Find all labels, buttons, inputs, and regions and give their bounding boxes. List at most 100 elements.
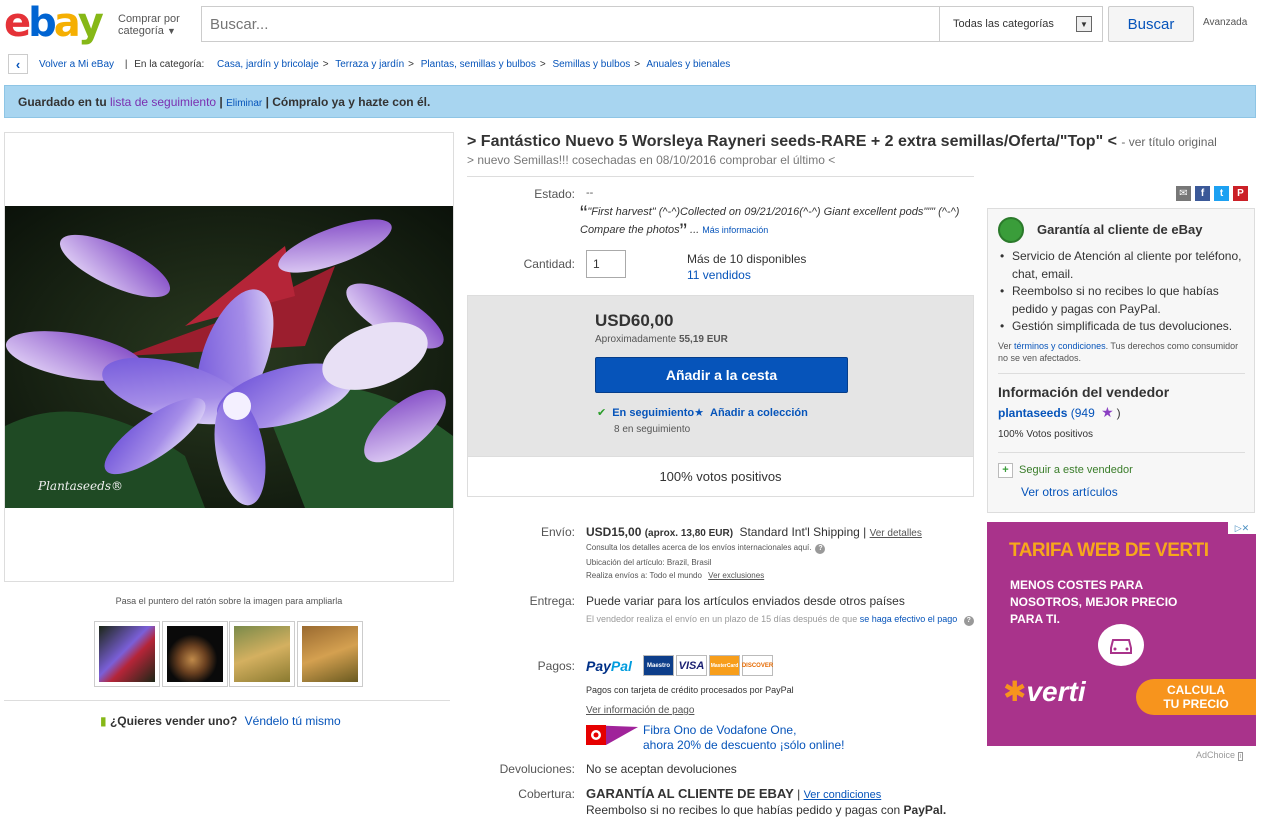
search-input[interactable] [202, 7, 939, 41]
main-product-image[interactable] [5, 206, 453, 508]
email-icon[interactable]: ✉ [1176, 186, 1191, 201]
seller-score[interactable]: (949 [1071, 406, 1095, 420]
star-icon: ★ [694, 407, 704, 419]
logo-letter-b: b [28, 0, 57, 46]
divider [467, 176, 974, 177]
coverage-title: GARANTÍA AL CLIENTE DE EBAY [586, 786, 794, 801]
breadcrumb: Volver a Mi eBay | En la categoría: Casa… [39, 59, 731, 70]
back-arrow-icon[interactable]: ‹ [8, 54, 28, 74]
breadcrumb-item-home-garden[interactable]: Casa, jardín y bricolaje [217, 59, 319, 70]
remove-link[interactable]: Eliminar [226, 98, 262, 109]
seller-info: plantaseeds (949 ★) [998, 404, 1121, 421]
verti-logo-text: verti [1026, 676, 1086, 707]
calculate-price-button[interactable]: CALCULA TU PRECIO [1136, 679, 1256, 715]
approx-label: Aproximadamente [595, 334, 677, 345]
twitter-icon[interactable]: t [1214, 186, 1229, 201]
thumbnail-1[interactable] [94, 621, 160, 687]
visa-card-icon: VISA [676, 655, 707, 676]
help-icon[interactable]: ? [963, 616, 974, 626]
adchoices-link[interactable]: AdChoice i [1196, 750, 1244, 761]
handshake-icon [998, 217, 1024, 243]
thumbnail-2[interactable] [162, 621, 228, 687]
in-category-label: En la categoría: [134, 59, 205, 70]
watching-link[interactable]: En seguimiento [612, 407, 694, 419]
delivery-note: El vendedor realiza el envío en un plazo… [586, 611, 976, 628]
item-title: > Fantástico Nuevo 5 Worsleya Rayneri se… [467, 133, 1117, 150]
ad-subtext: MENOS COSTES PARA NOSOTROS, MEJOR PRECIO… [1010, 577, 1177, 628]
thumbnail-3[interactable] [229, 621, 295, 687]
sold-count-link[interactable]: 11 vendidos [687, 267, 806, 283]
guarantee-title: Garantía al cliente de eBay [1037, 222, 1203, 237]
breadcrumb-item-terrace-garden[interactable]: Terraza y jardín [335, 59, 404, 70]
shipping-approx: (aprox. 13,80 EUR) [644, 528, 734, 539]
watchlist-link[interactable]: lista de seguimiento [110, 95, 216, 109]
payment-effective-link[interactable]: se haga efectivo el pago [860, 614, 958, 624]
vodafone-promo[interactable]: Fibra Ono de Vodafone One, ahora 20% de … [643, 723, 844, 753]
help-icon[interactable]: ? [815, 544, 826, 554]
see-original-title-link[interactable]: - ver título original [1121, 135, 1216, 149]
shop-by-category[interactable]: Comprar por categoría ▼ [118, 13, 188, 37]
mastercard-label: MasterCard [710, 662, 739, 669]
seller-name-link[interactable]: plantaseeds [998, 406, 1067, 420]
pinterest-icon[interactable]: P [1233, 186, 1248, 201]
tag-icon: ▮ [100, 714, 107, 728]
terms-link[interactable]: términos y condiciones [1014, 341, 1106, 351]
ships-to: Realiza envíos a: Todo el mundo [586, 571, 702, 580]
condition-note: “"First harvest" (^-^)Collected on 09/21… [580, 201, 960, 244]
add-to-cart-button[interactable]: Añadir a la cesta [595, 357, 848, 393]
item-location: Ubicación del artículo: Brazil, Brasil [586, 558, 712, 567]
buy-now-text: Cómpralo ya y hazte con él. [272, 95, 431, 109]
facebook-icon[interactable]: f [1195, 186, 1210, 201]
payments-label: Pagos: [537, 659, 575, 673]
add-collection-link[interactable]: Añadir a colección [710, 407, 808, 419]
advanced-search-link[interactable]: Avanzada [1203, 17, 1247, 28]
paypal-logo: PayPal [586, 658, 632, 674]
shipping-price: USD15,00 [586, 525, 642, 539]
breadcrumb-item-plants[interactable]: Plantas, semillas y bulbos [421, 59, 536, 70]
delivery-label: Entrega: [529, 594, 575, 608]
more-info-link[interactable]: Más información [702, 225, 768, 235]
returns-value: No se aceptan devoluciones [586, 762, 737, 776]
sell-yours-link[interactable]: Véndelo tú mismo [245, 714, 341, 728]
image-watermark: Plantaseeds® [38, 479, 123, 493]
category-select[interactable]: Todas las categorías ▼ [939, 7, 1102, 41]
adchoice-label: AdChoice [1196, 750, 1236, 760]
ad-line-1: MENOS COSTES PARA [1010, 578, 1144, 592]
other-items-link[interactable]: Ver otros artículos [1021, 485, 1118, 499]
breadcrumb-item-annuals[interactable]: Anuales y bienales [646, 59, 730, 70]
discover-card-icon: DISCOVER [742, 655, 773, 676]
follow-seller[interactable]: + Seguir a este vendedor [998, 463, 1133, 478]
breadcrumb-item-seeds[interactable]: Semillas y bulbos [552, 59, 630, 70]
ad-line-2: NOSOTROS, MEJOR PRECIO [1010, 595, 1178, 609]
caret-down-icon: ▼ [166, 26, 176, 36]
ad-headline: TARIFA WEB DE VERTI [1009, 540, 1209, 561]
chevron-down-icon: ▼ [1076, 16, 1092, 32]
shipping-details-link[interactable]: Ver detalles [870, 528, 922, 539]
approx-price: Aproximadamente 55,19 EUR [595, 334, 728, 345]
cta-line-1: CALCULA [1167, 683, 1225, 697]
positive-feedback: 100% votos positivos [467, 457, 974, 497]
maestro-label: Maestro [646, 662, 670, 669]
intl-shipping-note: Consulta los detalles acerca de los enví… [586, 543, 812, 552]
back-to-my-ebay-link[interactable]: Volver a Mi eBay [39, 59, 114, 70]
ebay-logo[interactable]: ebay [4, 2, 110, 44]
item-price: USD60,00 [595, 311, 674, 330]
category-select-value: Todas las categorías [953, 18, 1054, 30]
vodafone-promo-icon[interactable] [586, 725, 638, 745]
saved-text: Guardado en tu [18, 95, 107, 109]
payment-info-link[interactable]: Ver información de pago [586, 705, 694, 716]
exclusions-link[interactable]: Ver exclusiones [708, 571, 764, 580]
coverage-conditions-link[interactable]: Ver condiciones [804, 789, 882, 801]
returns-label: Devoluciones: [499, 762, 575, 776]
discover-label: DISCOVER [741, 662, 774, 669]
thumbnail-4[interactable] [297, 621, 363, 687]
shipping-label: Envío: [540, 525, 575, 539]
plus-icon: + [998, 463, 1013, 478]
promo-line-2: ahora 20% de descuento ¡sólo online! [643, 738, 845, 752]
sell-prompt: ▮ ¿Quieres vender uno? Véndelo tú mismo [100, 714, 341, 728]
available-count: Más de 10 disponibles [687, 252, 807, 266]
quantity-input[interactable]: 1 [586, 250, 626, 278]
search-button[interactable]: Buscar [1108, 6, 1194, 42]
ad-close-icon[interactable]: ▷✕ [1228, 522, 1256, 534]
guarantee-item: Servicio de Atención al cliente por telé… [1000, 248, 1250, 283]
